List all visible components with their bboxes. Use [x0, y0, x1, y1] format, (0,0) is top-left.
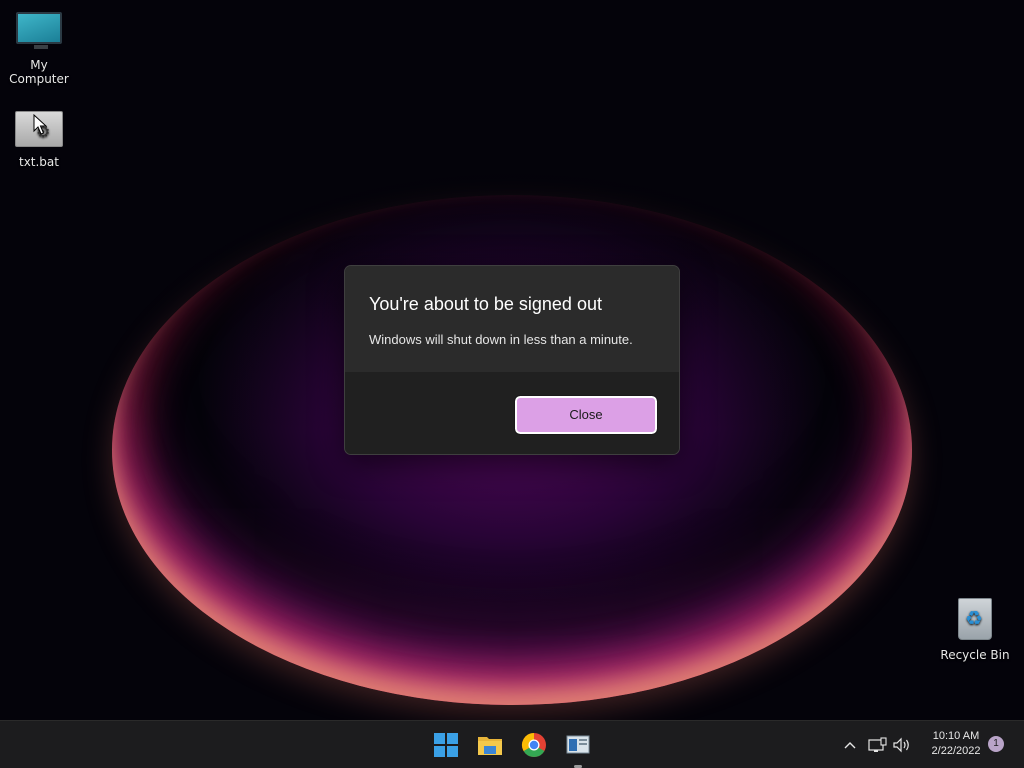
taskbar: 10:10 AM 2/22/2022 — [0, 720, 1024, 768]
windows-start-icon — [434, 733, 458, 757]
close-button[interactable]: Close — [514, 395, 658, 435]
mouse-cursor-icon — [33, 114, 47, 135]
notification-badge[interactable]: 1 — [988, 736, 1004, 752]
recycle-bin-icon: ♻ — [958, 598, 992, 640]
network-button[interactable] — [866, 735, 888, 755]
chrome-icon — [521, 733, 546, 758]
desktop-icon-label: txt.bat — [18, 155, 59, 169]
app-window-icon — [566, 735, 590, 754]
volume-icon — [893, 737, 909, 753]
network-icon — [868, 737, 887, 752]
chrome-button[interactable] — [518, 729, 550, 761]
app-window-button[interactable] — [562, 729, 594, 768]
dialog-message: Windows will shut down in less than a mi… — [369, 332, 633, 347]
desktop-icon-label: Recycle Bin — [940, 648, 1010, 662]
start-button[interactable] — [430, 729, 462, 761]
volume-button[interactable] — [891, 735, 913, 755]
sign-out-dialog: You're about to be signed out Windows wi… — [344, 265, 680, 455]
file-explorer-button[interactable] — [474, 729, 506, 761]
clock-date: 2/22/2022 — [931, 745, 981, 757]
desktop-icon-recycle-bin[interactable]: ♻ Recycle Bin — [935, 598, 1015, 662]
desktop-icon-my-computer[interactable]: My Computer — [0, 12, 79, 86]
dialog-body — [345, 266, 679, 372]
chevron-up-icon — [844, 742, 856, 749]
clock-time: 10:10 AM — [932, 730, 980, 742]
monitor-icon — [16, 12, 62, 49]
clock[interactable]: 10:10 AM 2/22/2022 — [918, 729, 994, 759]
desktop-icon-label: My Computer — [9, 58, 69, 86]
desktop: My Computer ⚙ txt.bat ♻ Recycle Bin You'… — [0, 0, 1024, 720]
dialog-title: You're about to be signed out — [369, 294, 602, 314]
recycle-icon: ♻ — [965, 606, 983, 630]
folder-icon — [478, 737, 502, 755]
show-hidden-icons-button[interactable] — [839, 735, 861, 755]
